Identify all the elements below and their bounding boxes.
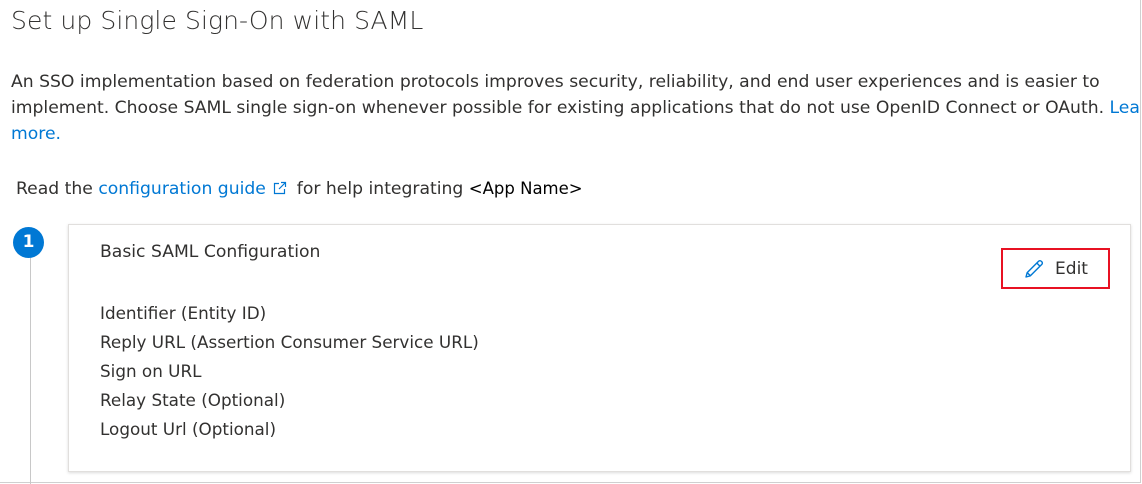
field-relay-state: Relay State (Optional) [100, 390, 286, 410]
guide-sentence: Read the configuration guide for help in… [16, 177, 583, 201]
step-number-badge: 1 [13, 227, 44, 258]
intro-line-1: An SSO implementation based on federatio… [11, 72, 1100, 92]
intro-line-3: more. [11, 121, 1139, 147]
learn-more-link-end[interactable]: more. [11, 124, 61, 144]
app-name-placeholder: <App Name> [468, 179, 583, 198]
field-sign-on-url: Sign on URL [100, 361, 202, 381]
external-link-icon[interactable] [273, 178, 287, 195]
basic-saml-configuration-card: Basic SAML Configuration Edit Identifier… [68, 224, 1131, 472]
edit-button[interactable]: Edit [1001, 248, 1110, 289]
guide-middle: for help integrating [291, 179, 469, 199]
page-title: Set up Single Sign-On with SAML [11, 6, 424, 35]
step-connector-line [30, 254, 31, 484]
field-reply-url: Reply URL (Assertion Consumer Service UR… [100, 332, 479, 352]
card-title: Basic SAML Configuration [100, 242, 321, 262]
saml-field-list: Identifier (Entity ID) Reply URL (Assert… [100, 299, 479, 444]
field-identifier: Identifier (Entity ID) [100, 303, 267, 323]
intro-line-2-text: implement. Choose SAML single sign-on wh… [11, 98, 1110, 118]
guide-prefix: Read the [16, 179, 99, 199]
intro-paragraph: An SSO implementation based on federatio… [11, 69, 1139, 147]
learn-more-link-start[interactable]: Lea [1110, 98, 1139, 118]
field-logout-url: Logout Url (Optional) [100, 419, 277, 439]
configuration-guide-link[interactable]: configuration guide [98, 179, 266, 199]
pencil-icon [1023, 258, 1045, 280]
intro-line-2: implement. Choose SAML single sign-on wh… [11, 95, 1139, 121]
edit-label: Edit [1055, 258, 1088, 279]
